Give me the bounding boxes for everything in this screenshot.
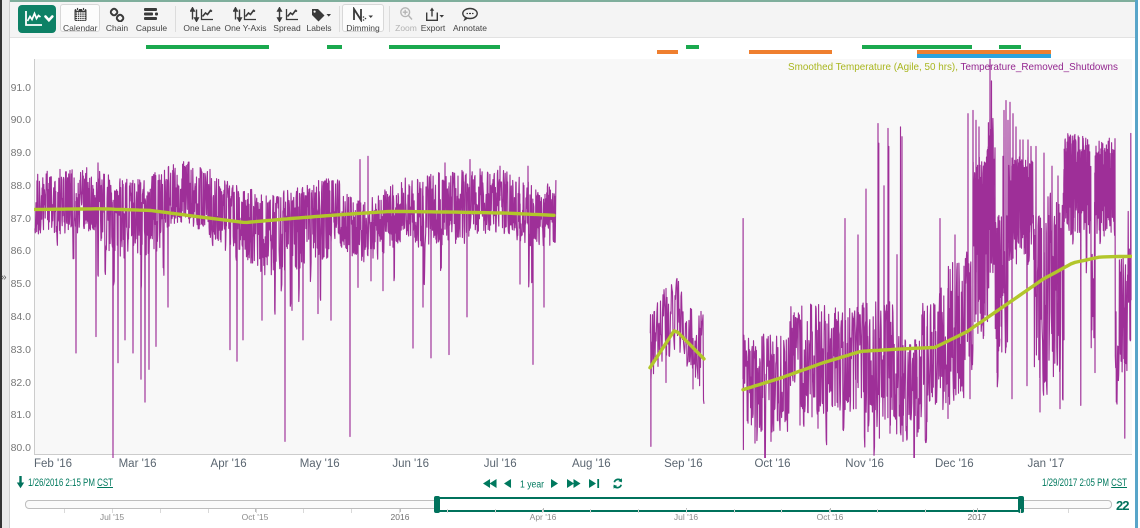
- svg-text:1 year: 1 year: [520, 480, 545, 491]
